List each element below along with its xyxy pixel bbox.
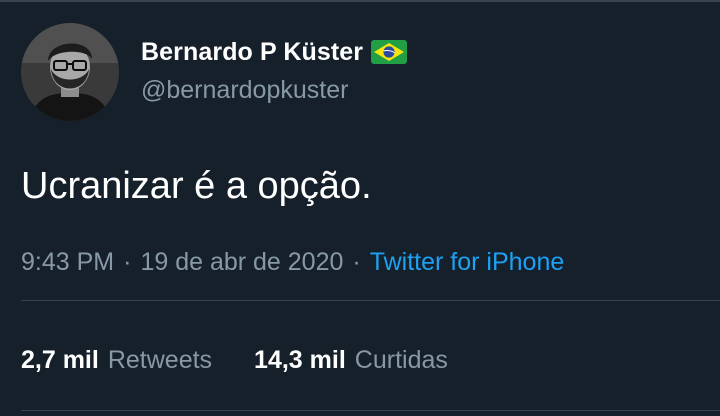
divider (21, 410, 720, 411)
source-link[interactable]: Twitter for iPhone (370, 248, 565, 277)
author-handle[interactable]: @bernardopkuster (141, 76, 348, 105)
likes-stat[interactable]: 14,3 mil Curtidas (254, 346, 448, 375)
retweets-label: Retweets (107, 345, 213, 374)
retweets-count: 2,7 mil (21, 345, 99, 374)
meta-separator: · (352, 247, 361, 276)
retweets-stat[interactable]: 2,7 mil Retweets (21, 346, 212, 375)
likes-label: Curtidas (354, 345, 448, 374)
divider (21, 300, 720, 301)
avatar-photo (21, 23, 119, 121)
tweet-meta: 9:43 PM · 19 de abr de 2020 · Twitter fo… (21, 244, 564, 280)
tweet-time[interactable]: 9:43 PM (21, 248, 114, 277)
tweet-date[interactable]: 19 de abr de 2020 (140, 248, 343, 277)
author-name-row: Bernardo P Küster (141, 36, 408, 68)
brazil-flag-icon (371, 40, 408, 64)
meta-separator: · (123, 247, 132, 276)
avatar[interactable] (21, 23, 119, 121)
likes-count: 14,3 mil (254, 345, 346, 374)
tweet-text: Ucranizar é a opção. (21, 165, 372, 207)
tweet-stats: 2,7 mil Retweets 14,3 mil Curtidas (21, 342, 448, 378)
display-name[interactable]: Bernardo P Küster (141, 38, 363, 67)
tweet-card: Bernardo P Küster @bernardopkuster Ucran… (0, 0, 720, 416)
